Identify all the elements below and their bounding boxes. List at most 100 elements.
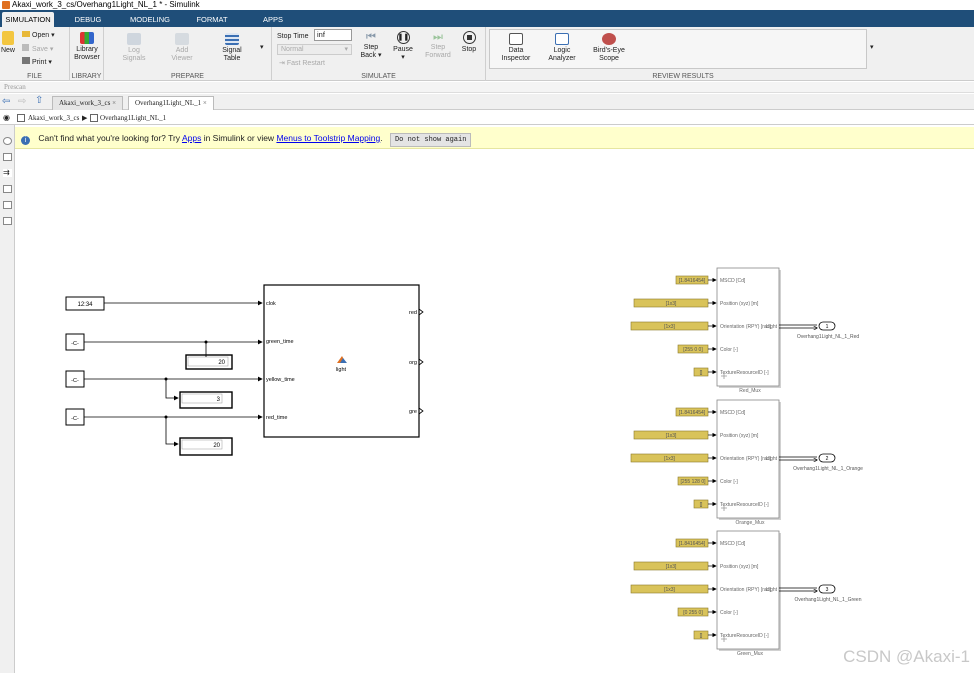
mux-input-value: [1.8416454] <box>679 541 706 547</box>
breadcrumb-root[interactable]: Akaxi_work_3_cs <box>28 111 79 125</box>
mux-block-name: Green_Mux <box>737 651 764 657</box>
light-mux-group[interactable]: [1.8416454] MSCD [Cd] [1x3] Position (xyz) … <box>630 530 862 657</box>
tab-format[interactable]: FORMAT <box>188 12 236 27</box>
simulation-mode-select[interactable]: Normal ▾ <box>277 44 352 55</box>
save-button[interactable]: Save ▾ <box>22 44 53 54</box>
constant-label: -C- <box>71 341 79 347</box>
tab-debug[interactable]: DEBUG <box>66 12 110 27</box>
mux-port-label: TextureResourceID [-] <box>720 502 769 508</box>
light-subsystem-block[interactable]: clok green_time yellow_time red_time red… <box>263 284 420 438</box>
annotation-icon[interactable] <box>3 201 12 209</box>
prepare-group-label: PREPARE <box>171 73 204 80</box>
simulink-app-icon <box>2 1 10 9</box>
pause-button[interactable]: ❚❚ Pause ▾ <box>388 31 418 62</box>
zoom-icon[interactable] <box>3 137 12 145</box>
apps-link[interactable]: Apps <box>182 133 201 143</box>
mux-input-value: [255 128 0] <box>680 479 706 485</box>
fit-to-view-icon[interactable] <box>3 153 12 161</box>
light-mux-group[interactable]: [1.8416454] MSCD [Cd] [1x3] Position (xyz) … <box>630 399 863 526</box>
light-output-port: gre <box>409 409 417 415</box>
new-button[interactable]: New <box>0 31 16 55</box>
clock-label: 12:34 <box>77 302 93 308</box>
step-forward-button[interactable]: ⏭ Step Forward <box>422 31 454 60</box>
display-yellow-block[interactable]: 3 <box>179 391 233 409</box>
mux-port-label: Position (xyz) [m] <box>720 433 759 439</box>
print-icon <box>22 57 30 64</box>
data-inspector-button[interactable]: Data Inspector <box>498 33 534 63</box>
open-label: Open <box>32 32 50 39</box>
mux-port-label: Position (xyz) [m] <box>720 301 759 307</box>
signal-lines-inputs[interactable] <box>84 300 263 447</box>
prepare-group: Log Signals Add Viewer Signal Table ▾ PR… <box>104 27 272 81</box>
area-icon[interactable] <box>3 217 12 225</box>
log-signals-button[interactable]: Log Signals <box>114 33 154 63</box>
stop-time-input[interactable]: inf <box>314 29 352 41</box>
model-tab-akaxi-work[interactable]: Akaxi_work_3_cs × <box>52 96 124 110</box>
clock-block[interactable]: 12:34 <box>65 296 105 311</box>
birds-eye-scope-label-1: Bird's-Eye <box>593 47 625 54</box>
branch-point <box>204 340 208 344</box>
review-gallery-expand-arrow[interactable]: ▾ <box>870 43 874 52</box>
logic-analyzer-button[interactable]: Logic Analyzer <box>544 33 580 63</box>
model-tab-label: Overhang1Light_NL_1 <box>135 99 202 107</box>
open-button[interactable]: Open ▾ <box>22 31 55 40</box>
branch-point <box>164 377 168 381</box>
print-label: Print <box>32 59 47 66</box>
back-arrow-icon[interactable]: ⇦ <box>2 96 10 107</box>
menus-mapping-link[interactable]: Menus to Toolstrip Mapping <box>276 133 380 143</box>
tab-simulation[interactable]: SIMULATION <box>2 12 54 27</box>
step-forward-icon: ⏭ <box>433 31 443 43</box>
tab-apps[interactable]: APPS <box>250 12 296 27</box>
mux-input-value: [1x3] <box>666 564 677 570</box>
image-icon[interactable] <box>3 185 12 193</box>
up-arrow-icon[interactable]: ⇧ <box>35 95 43 106</box>
light-output-arrows <box>418 308 424 415</box>
log-signals-icon <box>127 33 141 45</box>
print-button[interactable]: Print ▾ <box>22 57 52 67</box>
log-signals-label-1: Log <box>128 47 140 54</box>
outport-name: Overhang1Light_NL_1_Red <box>797 334 859 340</box>
arrows-icon[interactable]: ⇉ <box>3 169 12 177</box>
outport-number: 2 <box>826 456 829 462</box>
mux-port-label: Position (xyz) [m] <box>720 564 759 570</box>
display-green-block[interactable]: 20 <box>185 354 233 370</box>
model-canvas[interactable]: 12:34 -C- -C- -C- 20 3 20 clok green_tim… <box>15 149 974 673</box>
signal-table-button[interactable]: Signal Table <box>212 33 252 63</box>
info-text-3: . <box>380 133 383 143</box>
add-viewer-button[interactable]: Add Viewer <box>162 33 202 63</box>
tab-modeling[interactable]: MODELING <box>124 12 176 27</box>
light-input-port: red_time <box>266 415 287 421</box>
mux-port-label: Color [-] <box>720 610 738 616</box>
breadcrumb-child[interactable]: Overhang1Light_NL_1 <box>100 111 166 125</box>
display-red-block[interactable]: 20 <box>179 437 233 456</box>
block-diagram[interactable]: 12:34 -C- -C- -C- 20 3 20 clok green_tim… <box>15 149 974 673</box>
birds-eye-scope-button[interactable]: Bird's-Eye Scope <box>590 33 628 63</box>
info-icon: i <box>21 136 30 145</box>
mux-input-value: [255 0 0] <box>683 347 703 353</box>
constant-red-block[interactable]: -C- <box>65 408 85 426</box>
forward-arrow-icon[interactable]: ⇨ <box>18 96 26 107</box>
log-signals-label-2: Signals <box>122 55 146 62</box>
constant-yellow-block[interactable]: -C- <box>65 370 85 388</box>
fast-restart-toggle[interactable]: ⇥ Fast Restart <box>279 59 325 68</box>
library-browser-button[interactable]: Library Browser <box>71 32 103 62</box>
prepare-gallery-arrow[interactable]: ▾ <box>260 43 264 52</box>
constant-green-block[interactable]: -C- <box>65 333 85 351</box>
logic-analyzer-icon <box>555 33 569 45</box>
light-mux-group[interactable]: [1.8416454] MSCD [Cd] [1x3] Position (xyz) … <box>630 267 859 394</box>
step-back-button[interactable]: ⏮ Step Back ▾ <box>356 31 386 60</box>
light-mux-groups: [1.8416454] MSCD [Cd] [1x3] Position (xyz) … <box>630 267 863 657</box>
folder-icon <box>22 31 30 37</box>
outport-name: Overhang1Light_NL_1_Orange <box>793 466 863 472</box>
model-tab-overhang[interactable]: Overhang1Light_NL_1 × <box>128 96 214 110</box>
stop-label: Stop <box>461 46 477 53</box>
do-not-show-again-button[interactable]: Do not show again <box>389 133 472 147</box>
subsystem-icon <box>90 114 98 122</box>
stop-button[interactable]: Stop <box>456 31 482 54</box>
library-browser-label-2: Browser <box>74 54 100 61</box>
file-group: New Open ▾ Save ▾ Print ▾ FILE <box>0 27 70 81</box>
close-icon[interactable]: × <box>112 99 116 107</box>
explorer-toggle-icon[interactable]: ◉ <box>3 111 10 125</box>
outport-number: 1 <box>826 324 829 330</box>
close-icon[interactable]: × <box>203 99 207 107</box>
